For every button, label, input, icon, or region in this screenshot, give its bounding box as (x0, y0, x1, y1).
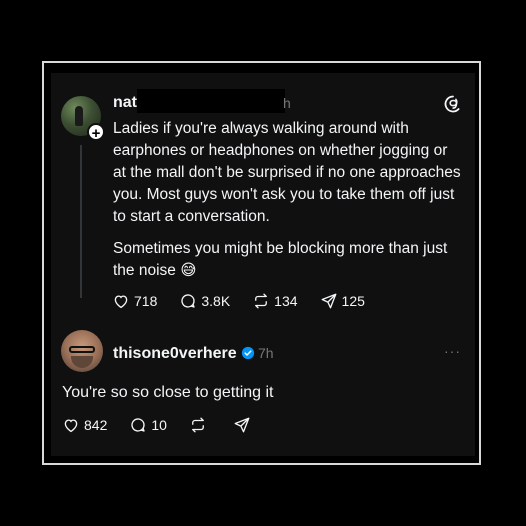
repost-icon (255, 293, 268, 309)
share-icon (321, 293, 336, 309)
heart-icon (64, 419, 78, 433)
repost-count: 134 (274, 293, 298, 309)
reply-like-button[interactable]: 842 (62, 416, 107, 434)
reply-text: You're so so close to getting it (62, 384, 274, 401)
share-button[interactable]: 125 (320, 292, 365, 310)
redaction-bar (137, 89, 285, 113)
thread-line (80, 145, 82, 298)
comment-icon (131, 418, 146, 432)
reply-username[interactable]: thisone0verhere (113, 345, 237, 363)
repost-button[interactable]: 134 (252, 292, 298, 310)
verified-icon (241, 346, 255, 360)
post-actions: 718 3.8K 134 125 (112, 292, 387, 310)
heart-icon (114, 295, 128, 309)
reply-repost-button[interactable] (189, 416, 211, 434)
reply-button[interactable]: 3.8K (179, 292, 230, 310)
threads-logo-icon (444, 95, 460, 113)
reply-reply-button[interactable]: 10 (129, 416, 167, 434)
like-button[interactable]: 718 (112, 292, 157, 310)
reply-time: 7h (258, 345, 274, 361)
reply-like-count: 842 (84, 417, 108, 433)
follow-plus-icon[interactable]: + (87, 123, 105, 142)
reply-reply-count: 10 (151, 417, 167, 433)
repost-icon (192, 417, 204, 433)
post-username[interactable]: nat (113, 94, 137, 112)
comment-icon (181, 294, 196, 308)
like-count: 718 (134, 293, 158, 309)
reply-share-button[interactable] (233, 416, 255, 434)
share-count: 125 (341, 293, 365, 309)
more-icon[interactable]: ··· (444, 343, 461, 359)
post-paragraph-2: Sometimes you might be blocking more tha… (113, 240, 448, 279)
post-paragraph-1: Ladies if you're always walking around w… (113, 120, 461, 225)
reply-avatar[interactable] (61, 330, 103, 372)
reply-actions: 842 10 (62, 416, 277, 434)
share-icon (234, 417, 250, 433)
post-time: h (283, 95, 291, 111)
reply-count: 3.8K (201, 293, 231, 309)
